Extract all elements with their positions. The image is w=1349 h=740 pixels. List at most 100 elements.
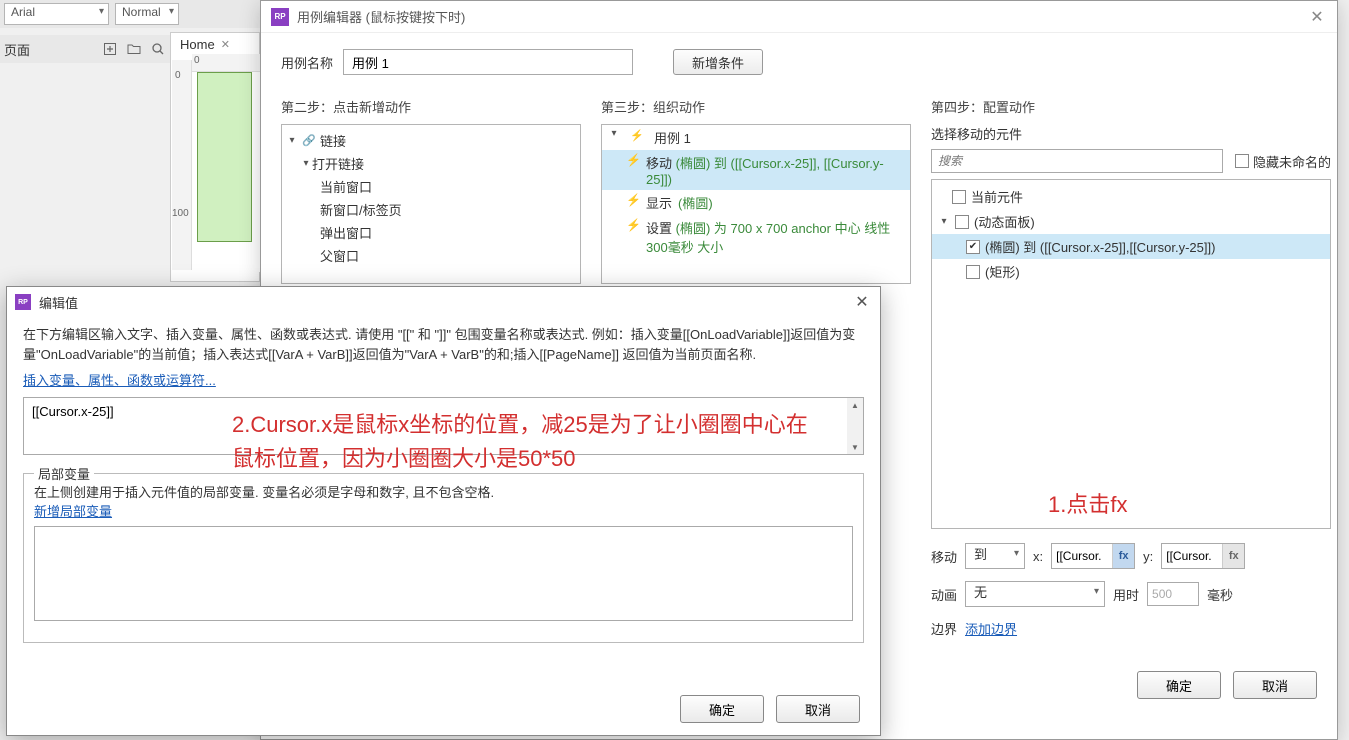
action-detail: (椭圆) — [678, 193, 713, 212]
checkbox-icon[interactable] — [966, 265, 980, 279]
x-input[interactable] — [1052, 544, 1112, 568]
tree-new-window[interactable]: 新窗口/标签页 — [282, 198, 580, 221]
app-icon: RP — [15, 294, 31, 310]
link-icon: 🔗 — [302, 134, 316, 148]
local-vars-area[interactable] — [34, 526, 853, 621]
widget-tree: 当前元件 ▾ (动态面板) ✔ (椭圆) 到 ([[Cursor.x-25]],… — [931, 179, 1331, 529]
chevron-down-icon: ▾ — [300, 158, 312, 169]
case-name-input[interactable] — [343, 49, 633, 75]
hide-unnamed-checkbox[interactable]: 隐藏未命名的 — [1235, 152, 1331, 171]
tab-home-close[interactable]: ✕ — [221, 38, 230, 51]
page-label: 页面 — [4, 40, 30, 59]
tree-label: 打开链接 — [312, 154, 364, 173]
bounds-label: 边界 — [931, 619, 957, 638]
step4-label: 第四步：配置动作 — [931, 97, 1331, 116]
insert-variable-link[interactable]: 插入变量、属性、函数或运算符... — [23, 373, 216, 388]
step3-label: 第三步：组织动作 — [601, 97, 911, 116]
tree-label: 新窗口/标签页 — [320, 200, 402, 219]
expression-textarea[interactable]: [[Cursor.x-25]] — [24, 398, 847, 454]
widget-label: (矩形) — [985, 262, 1020, 281]
local-vars-legend: 局部变量 — [34, 464, 94, 483]
close-icon[interactable]: ✕ — [852, 292, 872, 312]
widget-label: 当前元件 — [971, 187, 1023, 206]
add-bounds-link[interactable]: 添加边界 — [965, 619, 1017, 638]
widget-label: (动态面板) — [974, 212, 1035, 231]
edit-value-window: RP 编辑值 ✕ 在下方编辑区输入文字、插入变量、属性、函数或表达式. 请使用 … — [6, 286, 881, 736]
scroll-down-icon[interactable]: ▼ — [848, 440, 862, 454]
tree-label: 父窗口 — [320, 246, 359, 265]
widget-search-input[interactable] — [931, 149, 1223, 173]
case-name-label: 用例名称 — [281, 53, 333, 72]
style-dropdown[interactable]: Normal — [115, 3, 179, 25]
scroll-up-icon[interactable]: ▲ — [848, 398, 862, 412]
checkbox-icon[interactable] — [952, 190, 966, 204]
case-ok-button[interactable]: 确定 — [1137, 671, 1221, 699]
checkbox-icon[interactable] — [955, 215, 969, 229]
chevron-down-icon: ▾ — [938, 216, 950, 227]
case-cancel-button[interactable]: 取消 — [1233, 671, 1317, 699]
edit-value-title: 编辑值 — [39, 293, 852, 312]
action-detail: (椭圆) 为 700 x 700 anchor 中心 线性 300毫秒 大小 — [646, 221, 890, 255]
edit-value-desc: 在下方编辑区输入文字、插入变量、属性、函数或表达式. 请使用 "[[" 和 "]… — [23, 325, 864, 364]
font-dropdown[interactable]: Arial — [4, 3, 109, 25]
case-header[interactable]: ▾ ⚡ 用例 1 — [602, 125, 910, 150]
canvas-shape[interactable] — [197, 72, 252, 242]
move-mode-dropdown[interactable]: 到 — [965, 543, 1025, 569]
app-icon: RP — [271, 8, 289, 26]
action-show[interactable]: ⚡ 显示 (椭圆) — [602, 190, 910, 215]
chevron-down-icon: ▾ — [286, 135, 298, 146]
editvalue-ok-button[interactable]: 确定 — [680, 695, 764, 723]
tree-parent[interactable]: 父窗口 — [282, 244, 580, 267]
add-page-icon[interactable] — [102, 41, 118, 57]
scrollbar[interactable]: ▲ ▼ — [847, 398, 863, 454]
widget-ellipse[interactable]: ✔ (椭圆) 到 ([[Cursor.x-25]],[[Cursor.y-25]… — [932, 234, 1330, 259]
checkbox-checked-icon[interactable]: ✔ — [966, 240, 980, 254]
add-local-var-link[interactable]: 新增局部变量 — [34, 504, 112, 519]
anim-dropdown[interactable]: 无 — [965, 581, 1105, 607]
duration-input[interactable] — [1147, 582, 1199, 606]
organize-actions-panel: ▾ ⚡ 用例 1 ⚡ 移动 (椭圆) 到 ([[Cursor.x-25]], [… — [601, 124, 911, 284]
action-verb: 设置 — [646, 221, 672, 236]
add-folder-icon[interactable] — [126, 41, 142, 57]
search-icon[interactable] — [150, 41, 166, 57]
bolt-icon: ⚡ — [626, 193, 640, 207]
hide-unnamed-label: 隐藏未命名的 — [1253, 152, 1331, 171]
tab-home[interactable]: Home ✕ — [180, 37, 230, 52]
action-set[interactable]: ⚡ 设置 (椭圆) 为 700 x 700 anchor 中心 线性 300毫秒… — [602, 215, 910, 259]
ruler-horizontal: 0 — [192, 54, 260, 72]
case-name: 用例 1 — [654, 128, 691, 147]
editvalue-cancel-button[interactable]: 取消 — [776, 695, 860, 723]
widget-rect[interactable]: (矩形) — [932, 259, 1330, 284]
fx-y-button[interactable]: fx — [1222, 544, 1244, 568]
tree-links[interactable]: ▾ 🔗 链接 — [282, 129, 580, 152]
fx-x-button[interactable]: fx — [1112, 544, 1134, 568]
action-tree-panel: ▾ 🔗 链接 ▾ 打开链接 当前窗口 新窗口/标签页 — [281, 124, 581, 284]
action-detail: (椭圆) 到 ([[Cursor.x-25]], [[Cursor.y-25]]… — [646, 156, 884, 187]
y-label: y: — [1143, 549, 1153, 564]
tree-label: 当前窗口 — [320, 177, 372, 196]
widget-panel[interactable]: ▾ (动态面板) — [932, 209, 1330, 234]
x-label: x: — [1033, 549, 1043, 564]
tree-label: 弹出窗口 — [320, 223, 372, 242]
tree-current-window[interactable]: 当前窗口 — [282, 175, 580, 198]
bolt-icon: ⚡ — [626, 153, 640, 167]
widget-label: (椭圆) 到 ([[Cursor.x-25]],[[Cursor.y-25]]) — [985, 237, 1215, 256]
window-title: 用例编辑器 (鼠标按键按下时) — [297, 7, 1307, 26]
add-condition-button[interactable]: 新增条件 — [673, 49, 763, 75]
bolt-green-icon: ⚡ — [630, 128, 644, 142]
y-input[interactable] — [1162, 544, 1222, 568]
action-move[interactable]: ⚡ 移动 (椭圆) 到 ([[Cursor.x-25]], [[Cursor.y… — [602, 150, 910, 190]
ruler-vertical: 0 100 — [172, 60, 192, 270]
tree-popup[interactable]: 弹出窗口 — [282, 221, 580, 244]
widget-current[interactable]: 当前元件 — [932, 184, 1330, 209]
ms-label: 毫秒 — [1207, 585, 1233, 604]
action-verb: 移动 — [646, 156, 672, 171]
widget-section-label: 选择移动的元件 — [931, 124, 1331, 143]
move-label: 移动 — [931, 547, 957, 566]
action-verb: 显示 — [646, 193, 672, 212]
tree-open-link[interactable]: ▾ 打开链接 — [282, 152, 580, 175]
duration-label: 用时 — [1113, 585, 1139, 604]
close-icon[interactable]: ✕ — [1307, 7, 1327, 27]
step2-label: 第二步：点击新增动作 — [281, 97, 581, 116]
bolt-icon: ⚡ — [626, 218, 640, 232]
